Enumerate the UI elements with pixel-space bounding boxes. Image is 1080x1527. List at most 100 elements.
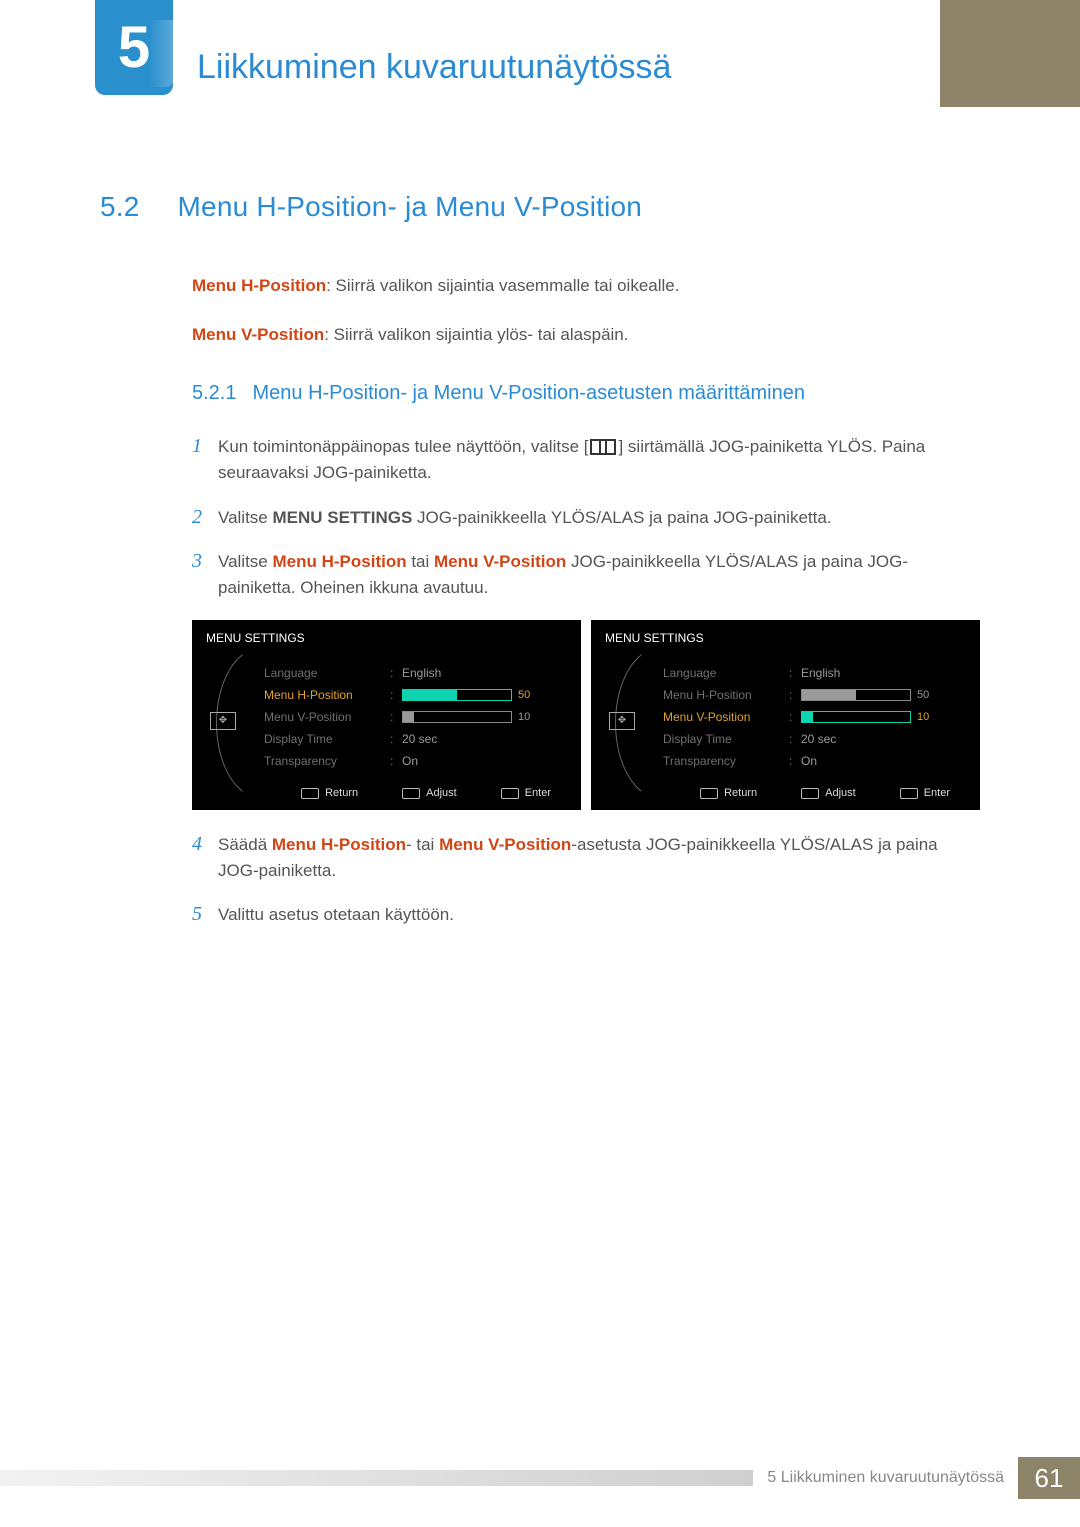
osd-val-transparency: On [801,752,867,771]
osd-row-vposition-selected: Menu V-Position : 10 [663,706,970,728]
osd-val-language: English [402,664,468,683]
step-3: Valitse Menu H-Position tai Menu V-Posit… [192,549,980,602]
step2-a: Valitse [218,508,273,527]
osd-slider-hpos [402,689,512,701]
osd-val-vpos: 10 [518,709,530,726]
osd-label-vpos: Menu V-Position [663,708,789,727]
osd-sep: : [390,752,402,771]
osd-foot-return: Return [301,785,358,802]
osd-sep: : [789,664,801,683]
enter-icon [501,788,519,799]
osd-footer: Return Adjust Enter [591,779,980,810]
osd-val-displaytime: 20 sec [402,730,468,749]
osd-row-hposition-selected: Menu H-Position : 50 [264,684,571,706]
osd-row-language: Language : English [663,662,970,684]
osd-row-transparency: Transparency : On [663,750,970,772]
osd-label-hpos: Menu H-Position [264,686,390,705]
step-2: Valitse MENU SETTINGS JOG-painikkeella Y… [192,505,980,531]
osd-screen-vposition: MENU SETTINGS Language : English Menu H-… [591,620,980,810]
step-1: Kun toimintonäppäinopas tulee näyttöön, … [192,434,980,487]
osd-foot-enter: Enter [900,785,950,802]
adjust-icon [402,788,420,799]
page-content: 5.2 Menu H-Position- ja Menu V-Position M… [0,115,1080,929]
step3-term1: Menu H-Position [273,552,407,571]
position-icon [609,712,635,730]
osd-sep: : [789,708,801,727]
step4-mid: - tai [406,835,439,854]
step3-term2: Menu V-Position [434,552,566,571]
osd-sep: : [390,730,402,749]
term-menu-v-position: Menu V-Position [192,325,324,344]
osd-slider-hpos [801,689,911,701]
osd-label-vpos: Menu V-Position [264,708,390,727]
step2-b: JOG-painikkeella YLÖS/ALAS ja paina JOG-… [412,508,831,527]
footer-chapter-label: 5 Liikkuminen kuvaruutunäytössä [767,1469,1004,1487]
osd-sep: : [789,730,801,749]
chapter-title: Liikkuminen kuvaruutunäytössä [197,48,671,87]
osd-slider-vpos [801,711,911,723]
osd-row-displaytime: Display Time : 20 sec [663,728,970,750]
chapter-number-badge: 5 [95,0,173,95]
osd-sep: : [789,686,801,705]
term-menu-h-position: Menu H-Position [192,276,326,295]
osd-sep: : [390,664,402,683]
corner-accent [940,0,1080,107]
subsection-title-text: Menu H-Position- ja Menu V-Position-aset… [252,382,804,404]
adjust-icon [801,788,819,799]
osd-label-displaytime: Display Time [264,730,390,749]
osd-sep: : [390,686,402,705]
intro-vposition: Menu V-Position: Siirrä valikon sijainti… [192,322,980,348]
osd-label-language: Language [663,664,789,683]
steps-list-continued: Säädä Menu H-Position- tai Menu V-Positi… [192,832,980,929]
osd-val-transparency: On [402,752,468,771]
step1-text-a: Kun toimintonäppäinopas tulee näyttöön, … [218,437,588,456]
osd-label-transparency: Transparency [663,752,789,771]
osd-screens: MENU SETTINGS Language : English Menu H-… [192,620,980,810]
osd-val-hpos: 50 [518,687,530,704]
step3-mid: tai [407,552,434,571]
osd-row-vposition: Menu V-Position : 10 [264,706,571,728]
osd-foot-return: Return [700,785,757,802]
return-icon [700,788,718,799]
osd-val-language: English [801,664,867,683]
step-5: Valittu asetus otetaan käyttöön. [192,902,980,928]
osd-foot-adjust: Adjust [801,785,856,802]
osd-label-language: Language [264,664,390,683]
steps-list: Kun toimintonäppäinopas tulee näyttöön, … [192,434,980,602]
chapter-header: 5 Liikkuminen kuvaruutunäytössä [0,0,1080,115]
footer-bar [0,1470,753,1486]
osd-slider-vpos [402,711,512,723]
osd-label-displaytime: Display Time [663,730,789,749]
intro-hposition: Menu H-Position: Siirrä valikon sijainti… [192,273,980,299]
section-heading: 5.2 Menu H-Position- ja Menu V-Position [100,185,980,228]
subsection-heading: 5.2.1Menu H-Position- ja Menu V-Position… [192,378,980,409]
osd-sep: : [789,752,801,771]
step3-a: Valitse [218,552,273,571]
osd-row-transparency: Transparency : On [264,750,571,772]
osd-label-transparency: Transparency [264,752,390,771]
osd-foot-enter: Enter [501,785,551,802]
osd-label-hpos: Menu H-Position [663,686,789,705]
intro-v-text: : Siirrä valikon sijaintia ylös- tai ala… [324,325,628,344]
menu-icon [590,439,616,455]
osd-row-hposition: Menu H-Position : 50 [663,684,970,706]
osd-title: MENU SETTINGS [192,620,581,657]
footer-page-number: 61 [1018,1457,1080,1499]
osd-screen-hposition: MENU SETTINGS Language : English Menu H-… [192,620,581,810]
return-icon [301,788,319,799]
step4-term2: Menu V-Position [439,835,571,854]
intro-h-text: : Siirrä valikon sijaintia vasemmalle ta… [326,276,679,295]
section-number: 5.2 [100,191,140,222]
osd-val-hpos: 50 [917,687,929,704]
position-icon [210,712,236,730]
page-footer: 5 Liikkuminen kuvaruutunäytössä 61 [0,1457,1080,1499]
step5-text: Valittu asetus otetaan käyttöön. [218,902,980,928]
osd-foot-adjust: Adjust [402,785,457,802]
osd-val-displaytime: 20 sec [801,730,867,749]
step4-term1: Menu H-Position [272,835,406,854]
step2-bold: MENU SETTINGS [273,508,413,527]
osd-row-displaytime: Display Time : 20 sec [264,728,571,750]
osd-footer: Return Adjust Enter [192,779,581,810]
section-title-text: Menu H-Position- ja Menu V-Position [178,191,643,222]
step-4: Säädä Menu H-Position- tai Menu V-Positi… [192,832,980,885]
